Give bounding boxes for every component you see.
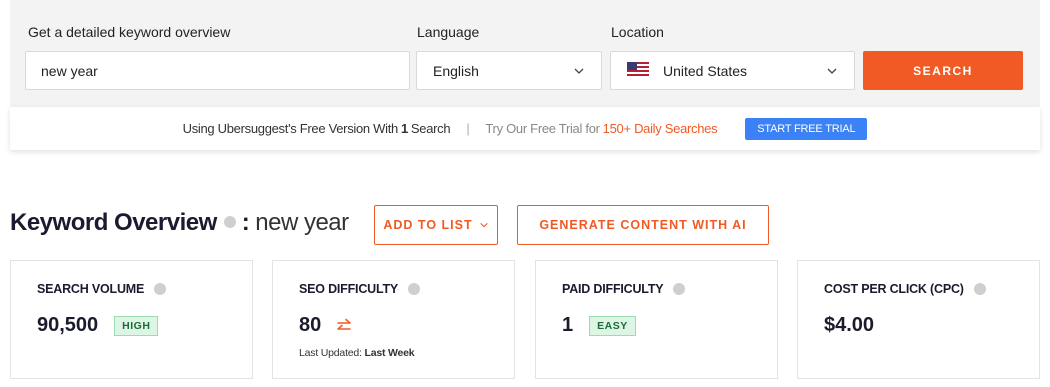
help-icon[interactable]	[408, 283, 421, 295]
card-label: SEO DIFFICULTY	[299, 282, 426, 296]
swap-arrows-icon	[337, 318, 352, 330]
free-version-suffix: Search	[410, 121, 451, 136]
keyword-search-panel: Get a detailed keyword overview Language…	[10, 0, 1040, 107]
location-select[interactable]: United States	[610, 51, 855, 90]
us-flag-icon	[627, 61, 649, 76]
add-to-list-label: ADD TO LIST	[383, 218, 473, 232]
seo-difficulty-card: SEO DIFFICULTY 80 Last Updated: Last Wee…	[272, 260, 515, 379]
overview-title-text: Keyword Overview	[10, 209, 217, 236]
chevron-down-icon	[574, 68, 584, 74]
cpc-card: COST PER CLICK (CPC) $4.00	[797, 260, 1040, 379]
keyword-field-label: Get a detailed keyword overview	[28, 24, 231, 40]
card-label: PAID DIFFICULTY	[562, 282, 691, 296]
language-select[interactable]: English	[416, 51, 602, 90]
free-version-bar: Using Ubersuggest's Free Version With 1 …	[10, 107, 1040, 150]
trial-text: Try Our Free Trial for	[485, 121, 600, 136]
help-icon[interactable]	[223, 216, 236, 228]
language-select-value: English	[433, 62, 479, 79]
chevron-down-icon	[479, 222, 488, 228]
last-updated: Last Updated: Last Week	[299, 347, 415, 359]
card-value: 90,500 HIGH	[37, 314, 159, 337]
search-volume-label: SEARCH VOLUME	[37, 282, 145, 296]
cpc-value: $4.00	[824, 314, 875, 336]
add-to-list-button[interactable]: ADD TO LIST	[374, 205, 498, 245]
location-field-label: Location	[611, 24, 664, 40]
card-label: COST PER CLICK (CPC)	[824, 282, 992, 296]
generate-content-ai-button[interactable]: GENERATE CONTENT WITH AI	[517, 205, 769, 245]
paid-difficulty-card: PAID DIFFICULTY 1 EASY	[535, 260, 778, 379]
overview-keyword: new year	[255, 209, 349, 236]
last-updated-prefix: Last Updated:	[299, 347, 362, 359]
help-icon[interactable]	[154, 283, 167, 295]
paid-difficulty-label: PAID DIFFICULTY	[562, 282, 664, 296]
location-select-value: United States	[663, 62, 748, 79]
seo-difficulty-value: 80	[299, 314, 322, 336]
card-value: 80	[299, 314, 353, 337]
volume-badge: HIGH	[114, 315, 159, 336]
card-value: 1 EASY	[562, 314, 636, 337]
title-colon: :	[241, 209, 250, 236]
paid-difficulty-value: 1	[562, 314, 574, 336]
free-version-prefix: Using Ubersuggest's Free Version With	[182, 121, 399, 136]
chevron-down-icon	[827, 68, 837, 74]
seo-difficulty-label: SEO DIFFICULTY	[299, 282, 399, 296]
page-title: Keyword Overview : new year	[10, 209, 349, 237]
language-field-label: Language	[417, 24, 480, 40]
help-icon[interactable]	[673, 283, 686, 295]
last-updated-value: Last Week	[364, 347, 415, 359]
start-free-trial-button[interactable]: START FREE TRIAL	[745, 117, 868, 140]
keyword-input[interactable]	[25, 51, 410, 90]
search-count: 1	[400, 121, 408, 136]
card-label: SEARCH VOLUME	[37, 282, 172, 296]
trial-highlight: 150+ Daily Searches	[602, 121, 718, 136]
divider: |	[466, 121, 470, 136]
search-volume-card: SEARCH VOLUME 90,500 HIGH	[10, 260, 253, 379]
cpc-label: COST PER CLICK (CPC)	[824, 282, 964, 296]
help-icon[interactable]	[973, 283, 986, 295]
card-value: $4.00	[824, 314, 874, 337]
difficulty-badge: EASY	[589, 315, 636, 336]
search-button[interactable]: SEARCH	[863, 51, 1023, 90]
search-volume-value: 90,500	[37, 314, 99, 336]
